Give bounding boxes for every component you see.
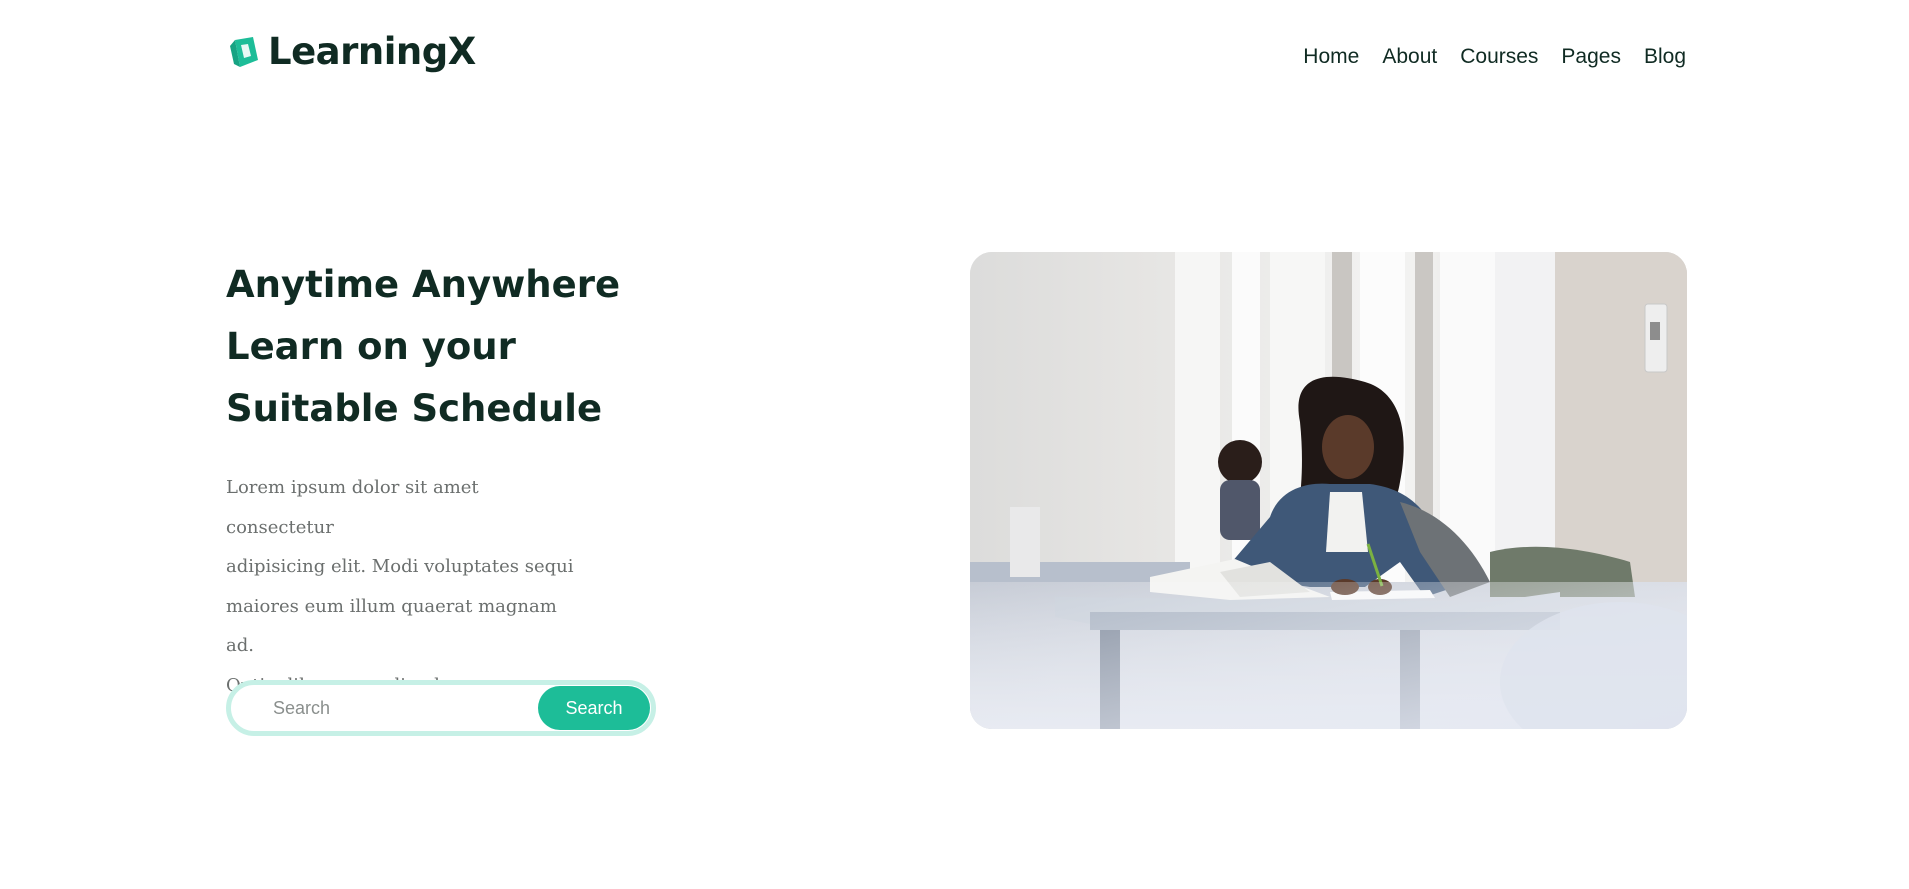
nav-blog[interactable]: Blog [1644,45,1686,69]
hero-title-line: Anytime Anywhere [226,263,621,306]
student-studying-photo [970,252,1687,729]
search-form: Search [226,680,656,736]
search-button[interactable]: Search [538,686,650,730]
hero-description-line: Lorem ipsum dolor sit amet consectetur [226,477,479,538]
landing-page: LearningX Home About Courses Pages Blog … [0,0,1909,889]
brand-name: LearningX [268,30,476,73]
hero-description-line: adipisicing elit. Modi voluptates sequi [226,556,574,577]
nav-pages[interactable]: Pages [1561,45,1621,69]
hero-image [970,252,1687,729]
hero-title: Anytime Anywhere Learn on your Suitable … [226,254,746,440]
hero-title-line: Learn on your [226,325,516,368]
site-header: LearningX Home About Courses Pages Blog [0,0,1909,120]
hero-description-line: maiores eum illum quaerat magnam ad. [226,595,557,657]
nav-about[interactable]: About [1382,45,1437,69]
hero-description: Lorem ipsum dolor sit amet consectetur a… [226,468,586,705]
nav-courses[interactable]: Courses [1460,45,1538,69]
nav-home[interactable]: Home [1303,45,1359,69]
hero-title-line: Suitable Schedule [226,387,603,430]
book-logo-icon [230,36,258,67]
brand-logo-link[interactable]: LearningX [226,30,476,73]
main-nav: Home About Courses Pages Blog [1303,45,1686,69]
